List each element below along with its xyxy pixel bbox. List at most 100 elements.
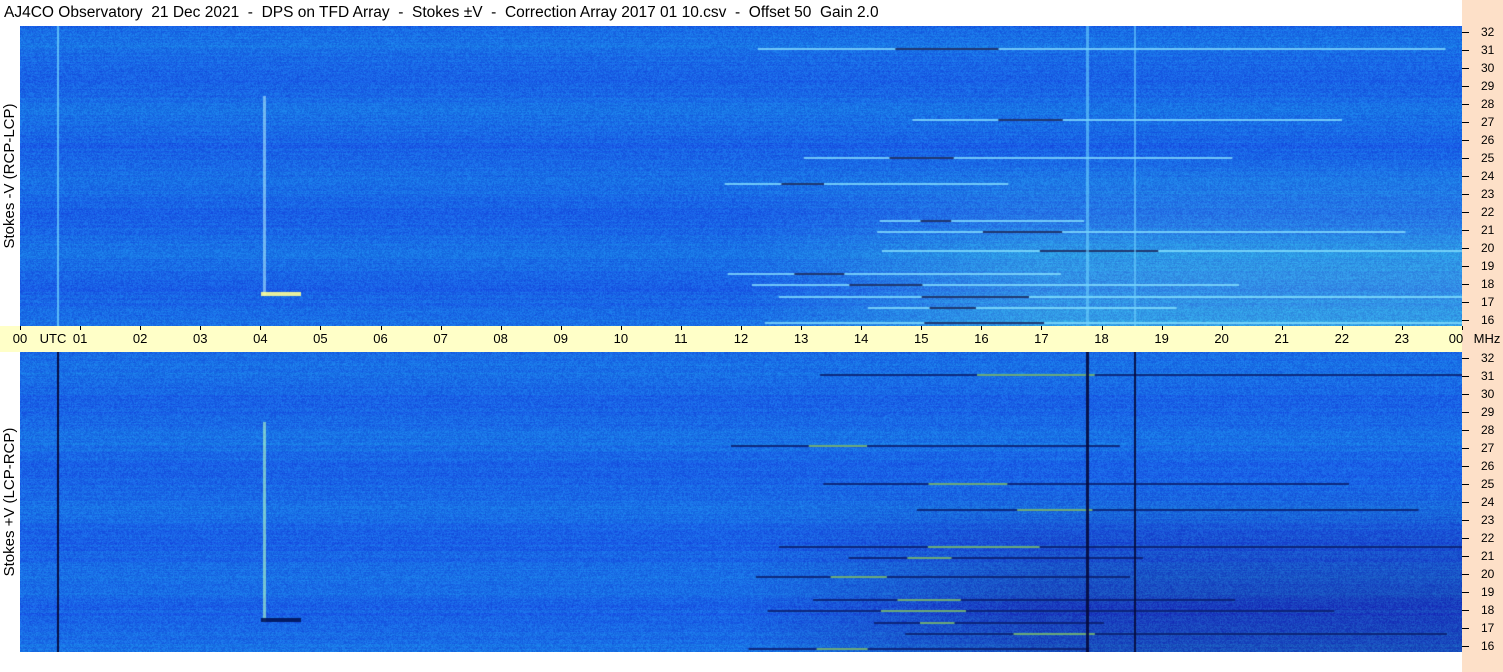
mhz-tickmark	[1462, 484, 1469, 485]
mhz-tickmark	[1462, 430, 1469, 431]
utc-tickmark	[500, 326, 502, 330]
mhz-tickmark	[1462, 466, 1469, 467]
mhz-tickmark	[1462, 556, 1469, 557]
utc-tickmark	[1341, 326, 1343, 330]
top-panel-label: Stokes -V (RCP-LCP)	[1, 103, 18, 249]
mhz-tick-label: 27	[1481, 115, 1495, 129]
mhz-tick-label: 20	[1481, 567, 1495, 581]
mhz-tick-label: 26	[1481, 133, 1495, 147]
mhz-tick-label: 24	[1481, 169, 1495, 183]
mhz-tickmark	[1462, 448, 1469, 449]
bottom-spectrogram-canvas	[20, 352, 1462, 652]
mhz-tick-label: 20	[1481, 241, 1495, 255]
mhz-tick-label: 21	[1481, 223, 1495, 237]
mhz-tickmark	[1462, 194, 1469, 195]
utc-tickmark	[440, 326, 442, 330]
mhz-tick-label: 29	[1481, 405, 1495, 419]
mhz-tick-label: 16	[1481, 639, 1495, 653]
mhz-tick-label: 28	[1481, 97, 1495, 111]
mhz-tickmark	[1462, 176, 1469, 177]
mhz-tickmark	[1462, 122, 1469, 123]
mhz-tick-label: 25	[1481, 477, 1495, 491]
mhz-tick-label: 23	[1481, 187, 1495, 201]
utc-unit-label: UTC	[39, 331, 67, 346]
utc-tickmark	[20, 326, 21, 330]
mhz-tickmark	[1462, 266, 1469, 267]
mhz-tickmark	[1462, 502, 1469, 503]
mhz-tick-label: 22	[1481, 205, 1495, 219]
utc-tickmark	[1041, 326, 1043, 330]
mhz-tick-label: 17	[1481, 295, 1495, 309]
utc-tickmark	[260, 326, 262, 330]
mhz-tickmark	[1462, 646, 1469, 647]
utc-tickmark	[1401, 326, 1403, 330]
utc-tickmark	[320, 326, 322, 330]
mhz-tickmark	[1462, 376, 1469, 377]
mhz-tick-label: 32	[1481, 351, 1495, 365]
mhz-tickmark	[1462, 32, 1469, 33]
mhz-tick-label: 28	[1481, 423, 1495, 437]
top-spectrogram	[20, 26, 1462, 326]
mhz-tick-label: 26	[1481, 459, 1495, 473]
mhz-tick-label: 19	[1481, 585, 1495, 599]
mhz-tickmark	[1462, 394, 1469, 395]
mhz-tickmark	[1462, 248, 1469, 249]
mhz-tickmark	[1462, 610, 1469, 611]
mhz-tickmark	[1462, 320, 1469, 321]
utc-tickmark	[741, 326, 742, 330]
chart-title: AJ4CO Observatory 21 Dec 2021 - DPS on T…	[4, 4, 879, 21]
utc-tickmark	[1101, 326, 1103, 330]
utc-tickmark	[1281, 326, 1283, 330]
mhz-tick-label: 30	[1481, 387, 1495, 401]
mhz-tick-label: 18	[1481, 277, 1495, 291]
mhz-tickmark	[1462, 574, 1469, 575]
mhz-tick-label: 22	[1481, 531, 1495, 545]
utc-tickmark	[921, 326, 923, 330]
utc-tickmark	[560, 326, 562, 330]
mhz-tick-label: 23	[1481, 513, 1495, 527]
mhz-tickmark	[1462, 538, 1469, 539]
mhz-tick-label: 27	[1481, 441, 1495, 455]
utc-tickmark	[380, 326, 382, 330]
mhz-tickmark	[1462, 140, 1469, 141]
utc-tickmark	[801, 326, 803, 330]
mhz-tickmark	[1462, 212, 1469, 213]
mhz-tick-label: 31	[1481, 369, 1495, 383]
utc-tickmark	[140, 326, 142, 330]
mhz-tick-label: 17	[1481, 621, 1495, 635]
top-spectrogram-canvas	[20, 26, 1462, 326]
utc-tickmark	[981, 326, 983, 330]
bottom-panel-label: Stokes +V (LCP-RCP)	[1, 427, 18, 577]
mhz-tick-label: 16	[1481, 313, 1495, 327]
mhz-tickmark	[1462, 592, 1469, 593]
mhz-tickmark	[1462, 284, 1469, 285]
bottom-spectrogram	[20, 352, 1462, 652]
mhz-tick-label: 30	[1481, 61, 1495, 75]
mhz-tick-label: 31	[1481, 43, 1495, 57]
mhz-tickmark	[1462, 68, 1469, 69]
utc-tickmark	[680, 326, 682, 330]
mhz-tickmark	[1462, 628, 1469, 629]
mhz-tickmark	[1462, 520, 1469, 521]
mhz-tickmark	[1462, 86, 1469, 87]
mhz-tick-label: 21	[1481, 549, 1495, 563]
mhz-tickmark	[1462, 104, 1469, 105]
mhz-tickmark	[1462, 302, 1469, 303]
utc-tickmark	[1221, 326, 1223, 330]
mhz-tickmark	[1462, 50, 1469, 51]
utc-axis: 00 01 02 03 04 05 06 07 08 09 10 11 12 13 14 15 16 17 18 19…	[0, 326, 1500, 352]
mhz-tick-label: 24	[1481, 495, 1495, 509]
mhz-tickmark	[1462, 412, 1469, 413]
mhz-tickmark	[1462, 230, 1469, 231]
utc-tickmark	[1462, 326, 1463, 330]
utc-tickmark	[620, 326, 622, 330]
mhz-unit-label: MHz	[1473, 331, 1501, 346]
mhz-tick-label: 32	[1481, 25, 1495, 39]
mhz-tickmark	[1462, 358, 1469, 359]
utc-tickmark	[200, 326, 202, 330]
mhz-tickmark	[1462, 158, 1469, 159]
utc-tickmark	[861, 326, 863, 330]
utc-tickmark	[1161, 326, 1163, 330]
mhz-tick-label: 25	[1481, 151, 1495, 165]
utc-tickmark	[80, 326, 82, 330]
